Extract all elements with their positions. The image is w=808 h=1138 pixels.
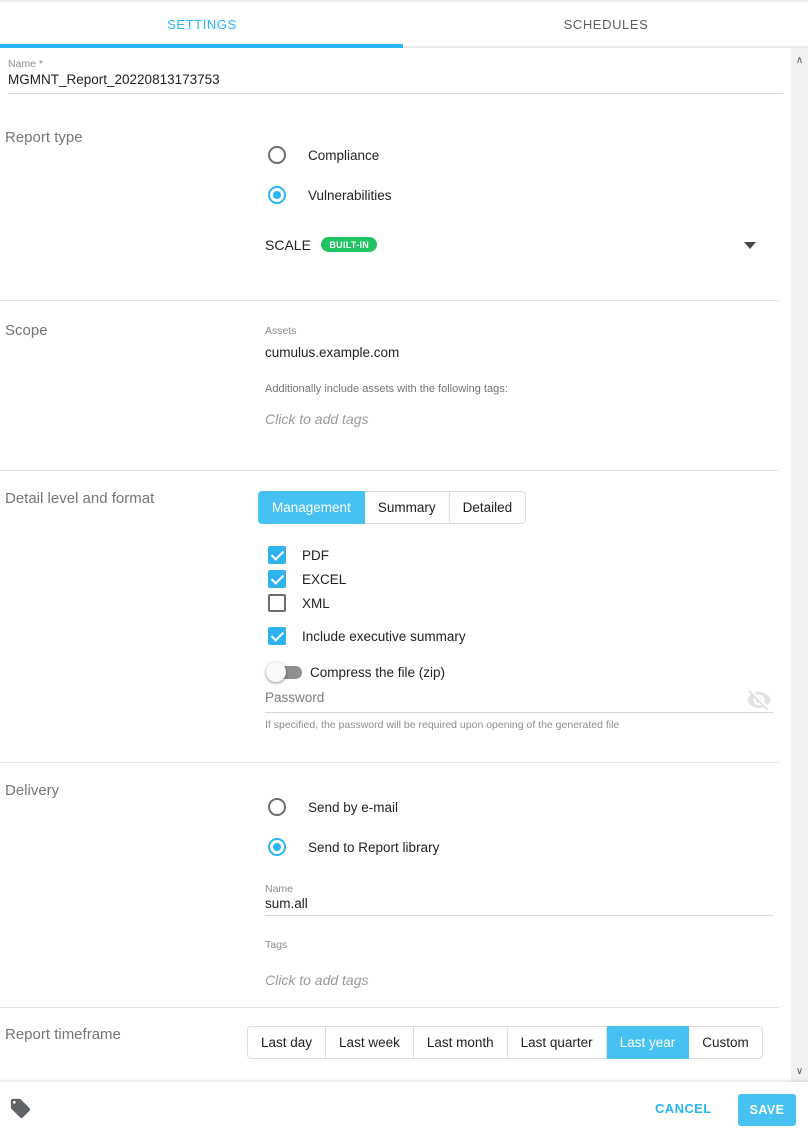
radio-send-email-label: Send by e-mail <box>308 800 398 815</box>
checkbox-xml[interactable]: XML <box>268 594 330 612</box>
delivery-tags-input[interactable]: Click to add tags <box>265 972 369 988</box>
radio-report-library[interactable]: Send to Report library <box>268 838 439 856</box>
checkbox-unchecked-icon <box>268 594 286 612</box>
segment-detailed[interactable]: Detailed <box>450 491 527 524</box>
checkbox-pdf-label: PDF <box>302 548 329 563</box>
radio-send-email[interactable]: Send by e-mail <box>268 798 398 816</box>
cancel-button[interactable]: CANCEL <box>655 1101 712 1116</box>
segment-custom[interactable]: Custom <box>689 1026 763 1059</box>
radio-unselected-icon <box>268 146 286 164</box>
segment-last-month[interactable]: Last month <box>414 1026 508 1059</box>
tab-bar: SETTINGS SCHEDULES <box>0 0 808 48</box>
checkbox-checked-icon <box>268 546 286 564</box>
radio-unselected-icon <box>268 798 286 816</box>
compress-zip-toggle[interactable]: Compress the file (zip) <box>266 662 445 682</box>
divider <box>0 762 780 763</box>
section-scope: Scope <box>5 322 48 339</box>
scope-tags-hint: Additionally include assets with the fol… <box>265 383 508 395</box>
radio-selected-icon <box>268 838 286 856</box>
delivery-tags-label: Tags <box>265 939 287 951</box>
report-template-select[interactable]: SCALE BUILT-IN <box>265 236 760 260</box>
password-input[interactable] <box>265 690 735 705</box>
delivery-name-underline <box>265 915 773 916</box>
save-button[interactable]: SAVE <box>738 1094 796 1126</box>
scope-tags-input[interactable]: Click to add tags <box>265 411 369 427</box>
section-report-timeframe: Report timeframe <box>5 1026 121 1043</box>
tag-icon[interactable] <box>9 1097 32 1120</box>
built-in-badge: BUILT-IN <box>321 237 377 252</box>
toggle-off-icon <box>266 662 302 682</box>
scroll-down-icon[interactable]: ∨ <box>791 1063 808 1080</box>
checkbox-xml-label: XML <box>302 596 330 611</box>
checkbox-exec-summary-label: Include executive summary <box>302 629 466 644</box>
radio-vulnerabilities-label: Vulnerabilities <box>308 188 392 203</box>
divider <box>0 470 780 471</box>
compress-zip-label: Compress the file (zip) <box>310 665 445 680</box>
name-input[interactable] <box>8 72 778 87</box>
section-delivery: Delivery <box>5 782 59 799</box>
segment-last-week[interactable]: Last week <box>326 1026 414 1059</box>
segment-last-day[interactable]: Last day <box>247 1026 326 1059</box>
checkbox-exec-summary[interactable]: Include executive summary <box>268 627 466 645</box>
assets-label: Assets <box>265 325 297 337</box>
divider <box>0 1007 780 1008</box>
password-helper-text: If specified, the password will be requi… <box>265 719 619 731</box>
scroll-up-icon[interactable]: ∧ <box>791 52 808 69</box>
detail-level-segments: Management Summary Detailed <box>258 491 526 524</box>
tab-schedules[interactable]: SCHEDULES <box>404 2 808 46</box>
timeframe-segments: Last day Last week Last month Last quart… <box>247 1026 763 1059</box>
assets-value[interactable]: cumulus.example.com <box>265 345 399 360</box>
checkbox-excel-label: EXCEL <box>302 572 346 587</box>
password-underline <box>265 712 773 713</box>
checkbox-excel[interactable]: EXCEL <box>268 570 346 588</box>
segment-last-year[interactable]: Last year <box>607 1026 690 1059</box>
section-report-type: Report type <box>5 129 83 146</box>
delivery-name-label: Name <box>265 883 293 895</box>
vertical-scrollbar[interactable]: ∧ ∨ <box>791 48 808 1082</box>
radio-compliance-label: Compliance <box>308 148 379 163</box>
checkbox-pdf[interactable]: PDF <box>268 546 329 564</box>
radio-report-library-label: Send to Report library <box>308 840 439 855</box>
report-settings-dialog: SETTINGS SCHEDULES Name * Report type Co… <box>0 0 808 1138</box>
delivery-name-input[interactable] <box>265 896 735 911</box>
tab-settings[interactable]: SETTINGS <box>0 2 404 46</box>
section-detail-format: Detail level and format <box>5 490 154 507</box>
active-tab-indicator <box>0 44 403 48</box>
chevron-down-icon <box>744 242 756 249</box>
segment-management[interactable]: Management <box>258 491 365 524</box>
radio-compliance[interactable]: Compliance <box>268 146 379 164</box>
divider <box>0 300 780 301</box>
name-input-underline <box>8 93 783 94</box>
segment-summary[interactable]: Summary <box>365 491 450 524</box>
segment-last-quarter[interactable]: Last quarter <box>508 1026 607 1059</box>
radio-selected-icon <box>268 186 286 204</box>
radio-vulnerabilities[interactable]: Vulnerabilities <box>268 186 392 204</box>
checkbox-checked-icon <box>268 627 286 645</box>
template-name: SCALE <box>265 237 311 253</box>
checkbox-checked-icon <box>268 570 286 588</box>
name-field-label: Name * <box>8 58 43 70</box>
visibility-off-icon[interactable] <box>746 687 772 713</box>
